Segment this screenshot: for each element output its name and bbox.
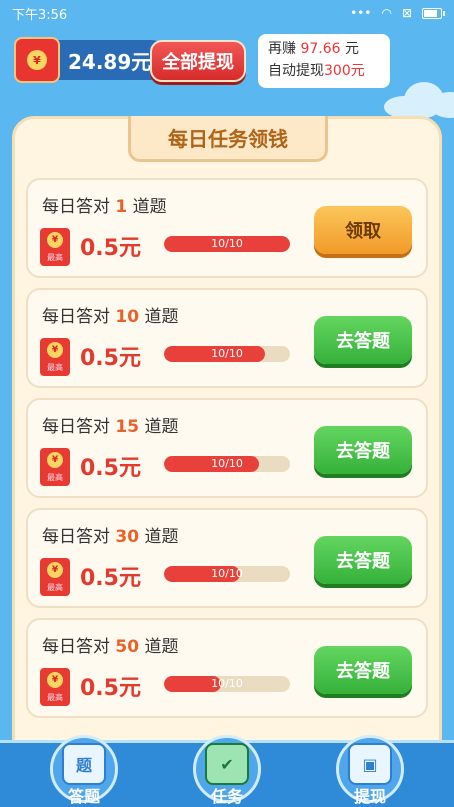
red-envelope-icon: ¥ 最高 bbox=[40, 558, 70, 596]
red-envelope-icon: ¥ 最高 bbox=[40, 668, 70, 706]
task-title: 每日答对 15 道题 bbox=[42, 412, 178, 437]
nav-item[interactable]: 题 答题 bbox=[44, 735, 124, 807]
task-progress-text: 10/10 bbox=[211, 347, 243, 360]
sim-icon: ⊠ bbox=[401, 6, 412, 20]
task-title: 每日答对 1 道题 bbox=[42, 192, 167, 217]
task-count: 1 bbox=[115, 197, 128, 217]
task-title: 每日答对 10 道题 bbox=[42, 302, 178, 327]
earn-more-suffix: 元 bbox=[345, 41, 359, 57]
go-answer-button[interactable]: 去答题 bbox=[314, 536, 412, 584]
task-title-prefix: 每日答对 bbox=[42, 637, 110, 657]
red-envelope-icon: ¥ bbox=[14, 37, 60, 83]
task-count: 50 bbox=[115, 637, 140, 657]
task-title: 每日答对 30 道题 bbox=[42, 522, 178, 547]
task-progress-text: 10/10 bbox=[211, 677, 243, 690]
task-reward: 0.5元 bbox=[80, 566, 141, 591]
task-badge: 最高 bbox=[47, 363, 63, 372]
task-title: 每日答对 50 道题 bbox=[42, 632, 178, 657]
task-progress-bar: 10/10 bbox=[164, 456, 290, 472]
task-card: 每日答对 30 道题 ¥ 最高 0.5元 10/10 去答题 bbox=[26, 508, 428, 608]
dots-icon: ••• bbox=[350, 6, 372, 20]
wallet-icon: ▣ bbox=[348, 743, 392, 785]
task-badge: 最高 bbox=[47, 583, 63, 592]
task-title-suffix: 道题 bbox=[144, 527, 179, 547]
task-badge: 最高 bbox=[47, 253, 63, 262]
task-progress-text: 10/10 bbox=[211, 567, 243, 580]
balance-area: ¥ 24.89元 bbox=[14, 36, 172, 84]
earn-more-amount: 97.66 bbox=[300, 41, 341, 57]
go-answer-button[interactable]: 去答题 bbox=[314, 646, 412, 694]
task-reward: 0.5元 bbox=[80, 346, 141, 371]
earn-more-prefix: 再赚 bbox=[268, 41, 296, 57]
go-answer-button[interactable]: 去答题 bbox=[314, 426, 412, 474]
task-card: 每日答对 1 道题 ¥ 最高 0.5元 10/10 领取 bbox=[26, 178, 428, 278]
task-count: 30 bbox=[115, 527, 140, 547]
claim-button[interactable]: 领取 bbox=[314, 206, 412, 254]
task-progress-bar: 10/10 bbox=[164, 566, 290, 582]
task-progress-text: 10/10 bbox=[211, 237, 243, 250]
task-progress-bar: 10/10 bbox=[164, 236, 290, 252]
task-title-suffix: 道题 bbox=[144, 417, 179, 437]
task-reward: 0.5元 bbox=[80, 236, 141, 261]
task-reward: 0.5元 bbox=[80, 456, 141, 481]
earn-more-line: 再赚 97.66 元 bbox=[268, 38, 380, 60]
task-card: 每日答对 15 道题 ¥ 最高 0.5元 10/10 去答题 bbox=[26, 398, 428, 498]
task-reward: 0.5元 bbox=[80, 676, 141, 701]
task-title-suffix: 道题 bbox=[144, 307, 179, 327]
question-book-icon: 题 bbox=[62, 743, 106, 785]
withdraw-all-button[interactable]: 全部提现 bbox=[150, 40, 246, 82]
red-envelope-icon: ¥ 最高 bbox=[40, 448, 70, 486]
task-title-prefix: 每日答对 bbox=[42, 527, 110, 547]
task-badge: 最高 bbox=[47, 473, 63, 482]
status-icons: ••• ◠ ⊠ bbox=[350, 6, 445, 20]
go-answer-button[interactable]: 去答题 bbox=[314, 316, 412, 364]
red-envelope-icon: ¥ 最高 bbox=[40, 228, 70, 266]
clipboard-check-icon: ✔ bbox=[205, 743, 249, 785]
task-progress-bar: 10/10 bbox=[164, 676, 290, 692]
task-count: 15 bbox=[115, 417, 140, 437]
task-progress-text: 10/10 bbox=[211, 457, 243, 470]
status-time: 下午3:56 bbox=[12, 7, 68, 23]
nav-label: 答题 bbox=[67, 787, 100, 806]
task-badge: 最高 bbox=[47, 693, 63, 702]
auto-withdraw-prefix: 自动提现 bbox=[268, 63, 324, 79]
task-count: 10 bbox=[115, 307, 140, 327]
task-title-suffix: 道题 bbox=[144, 637, 179, 657]
status-bar: 下午3:56 ••• ◠ ⊠ bbox=[0, 0, 454, 26]
task-card: 每日答对 10 道题 ¥ 最高 0.5元 10/10 去答题 bbox=[26, 288, 428, 388]
task-title-suffix: 道题 bbox=[132, 197, 167, 217]
wifi-icon: ◠ bbox=[381, 6, 392, 20]
task-title-prefix: 每日答对 bbox=[42, 307, 110, 327]
battery-icon bbox=[422, 7, 445, 19]
cloud-decoration bbox=[384, 82, 454, 118]
auto-withdraw-amount: 300元 bbox=[324, 63, 365, 79]
nav-label: 提现 bbox=[353, 787, 386, 806]
auto-withdraw-line: 自动提现300元 bbox=[268, 60, 380, 82]
nav-label: 任务 bbox=[210, 787, 243, 806]
nav-item[interactable]: ✔ 任务 bbox=[187, 735, 267, 807]
earn-more-info: 再赚 97.66 元 自动提现300元 bbox=[258, 34, 390, 88]
task-title-prefix: 每日答对 bbox=[42, 417, 110, 437]
nav-item[interactable]: ▣ 提现 bbox=[330, 735, 410, 807]
task-card: 每日答对 50 道题 ¥ 最高 0.5元 10/10 去答题 bbox=[26, 618, 428, 718]
task-progress-bar: 10/10 bbox=[164, 346, 290, 362]
panel-title: 每日任务领钱 bbox=[128, 116, 328, 162]
red-envelope-icon: ¥ 最高 bbox=[40, 338, 70, 376]
task-title-prefix: 每日答对 bbox=[42, 197, 110, 217]
